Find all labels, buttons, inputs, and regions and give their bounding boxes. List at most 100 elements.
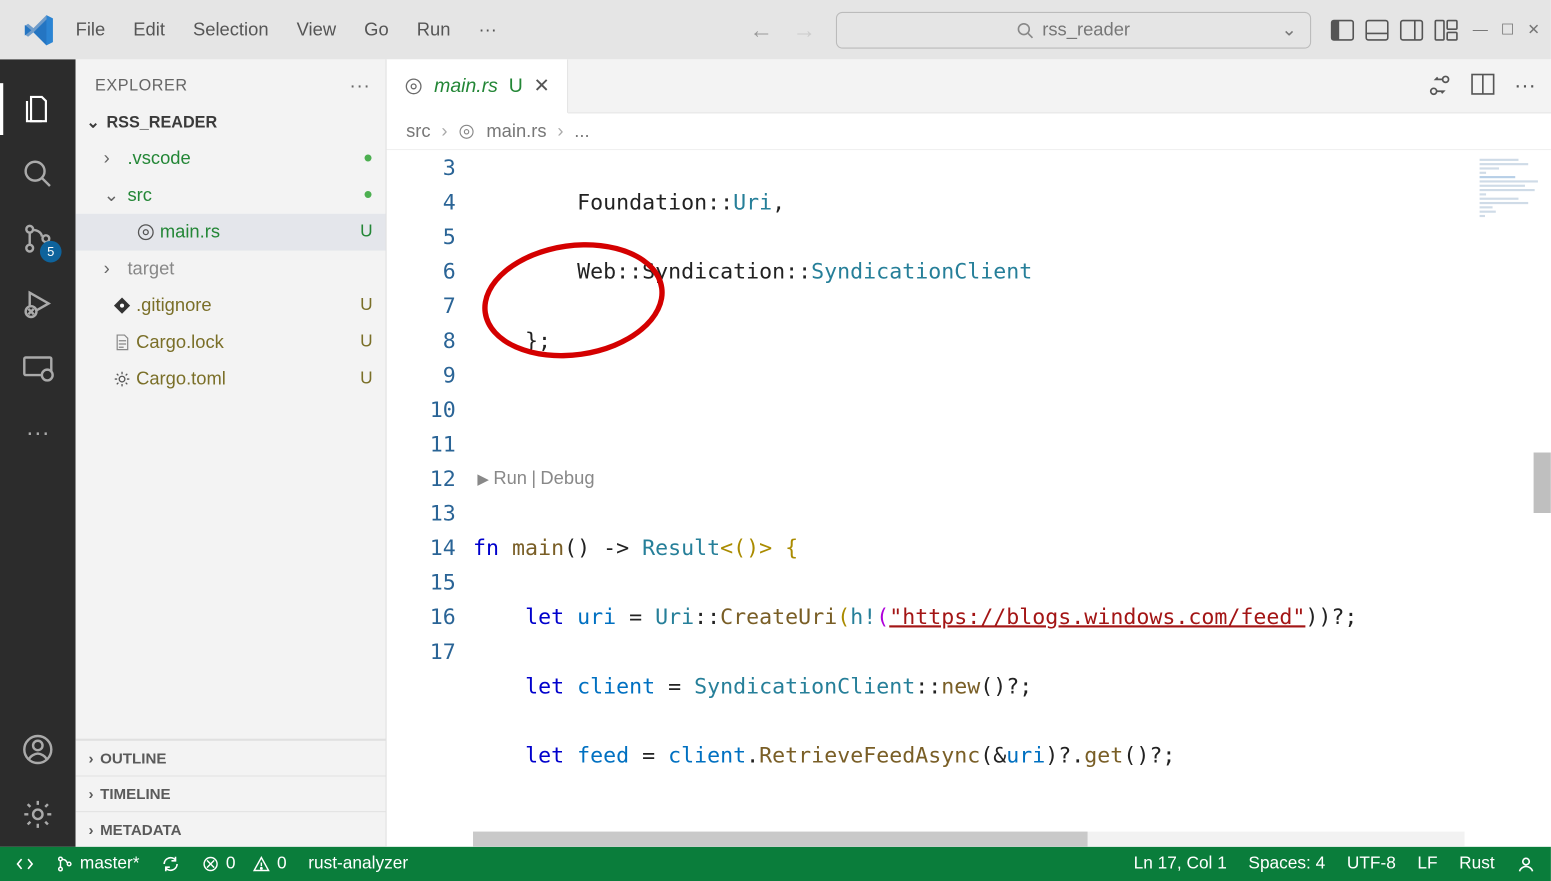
- breadcrumb-item[interactable]: src: [406, 120, 430, 142]
- minimap[interactable]: [1473, 150, 1551, 247]
- window-close-icon[interactable]: ✕: [1527, 21, 1540, 39]
- chevron-right-icon: ›: [557, 120, 563, 142]
- tree-file-cargo-toml[interactable]: Cargo.toml U: [76, 361, 386, 398]
- gitignore-file-icon: [108, 296, 136, 315]
- file-icon: [108, 333, 136, 352]
- status-bar: master* 0 0 rust-analyzer Ln 17, Col 1 S…: [0, 847, 1551, 881]
- tab-label: main.rs: [434, 75, 498, 98]
- status-encoding[interactable]: UTF-8: [1347, 854, 1396, 873]
- activity-debug-icon[interactable]: [16, 282, 59, 325]
- command-center-text: rss_reader: [1042, 19, 1130, 41]
- chevron-right-icon: ›: [89, 785, 94, 802]
- menu-selection[interactable]: Selection: [193, 19, 269, 41]
- line-gutter: 3 4 5 6 7 8 9 10 11 12 13 14 15 16 17: [387, 150, 473, 847]
- search-icon: [1016, 21, 1033, 38]
- git-status-badge: U: [360, 222, 372, 241]
- status-indentation[interactable]: Spaces: 4: [1248, 854, 1325, 873]
- status-eol[interactable]: LF: [1417, 854, 1437, 873]
- layout-panel-icon[interactable]: [1365, 19, 1389, 41]
- chevron-down-icon: ⌄: [104, 185, 128, 207]
- nav-forward-icon[interactable]: →: [792, 16, 816, 44]
- codelens-run[interactable]: Run: [493, 461, 527, 496]
- activity-settings-icon[interactable]: [16, 793, 59, 836]
- editor-group: main.rs U ✕ ··· src › main.rs › ... 3 4 …: [387, 59, 1551, 846]
- codelens-debug[interactable]: Debug: [540, 461, 594, 496]
- code-editor[interactable]: 3 4 5 6 7 8 9 10 11 12 13 14 15 16 17 Fo…: [387, 150, 1551, 847]
- activity-remote-icon[interactable]: [16, 347, 59, 390]
- scrollbar-thumb[interactable]: [473, 832, 1088, 847]
- activity-bar: 5 ···: [0, 59, 76, 846]
- activity-explorer-icon[interactable]: [16, 87, 59, 130]
- scm-badge: 5: [40, 241, 62, 263]
- tree-file-gitignore[interactable]: .gitignore U: [76, 287, 386, 324]
- tree-label: Cargo.lock: [136, 332, 224, 354]
- activity-search-icon[interactable]: [16, 152, 59, 195]
- activity-more-icon[interactable]: ···: [16, 411, 59, 454]
- tree-label: .vscode: [127, 148, 190, 170]
- section-timeline[interactable]: ›TIMELINE: [76, 775, 386, 811]
- layout-sidebar-left-icon[interactable]: [1330, 19, 1354, 41]
- rust-file-icon: [132, 222, 160, 241]
- status-problems[interactable]: 0 0: [202, 854, 287, 873]
- tree-folder-vscode[interactable]: › .vscode •: [76, 140, 386, 177]
- activity-source-control-icon[interactable]: 5: [16, 217, 59, 260]
- nav-back-icon[interactable]: ←: [749, 16, 773, 44]
- tree-label: src: [127, 185, 151, 207]
- tab-more-icon[interactable]: ···: [1514, 73, 1536, 98]
- breadcrumb-item[interactable]: ...: [574, 120, 589, 142]
- chevron-right-icon: ›: [104, 148, 128, 170]
- explorer-sidebar: EXPLORER ··· ⌄ RSS_READER › .vscode • ⌄ …: [76, 59, 387, 846]
- compare-changes-icon[interactable]: [1428, 73, 1452, 98]
- tree-folder-target[interactable]: › target: [76, 251, 386, 288]
- rust-file-icon: [458, 123, 475, 140]
- tab-main-rs[interactable]: main.rs U ✕: [387, 59, 569, 113]
- code-content[interactable]: Foundation::Uri, Web::Syndication::Syndi…: [473, 150, 1551, 847]
- status-branch[interactable]: master*: [56, 854, 139, 873]
- chevron-down-icon: ⌄: [1281, 19, 1296, 41]
- layout-customize-icon[interactable]: [1434, 19, 1458, 41]
- layout-sidebar-right-icon[interactable]: [1399, 19, 1423, 41]
- menu-run[interactable]: Run: [417, 19, 451, 41]
- status-language[interactable]: Rust: [1459, 854, 1495, 873]
- tab-close-icon[interactable]: ✕: [534, 75, 550, 98]
- tree-label: target: [127, 258, 174, 280]
- breadcrumb[interactable]: src › main.rs › ...: [387, 113, 1551, 150]
- command-center[interactable]: rss_reader ⌄: [836, 11, 1311, 48]
- vscode-logo-icon: [22, 12, 57, 47]
- remote-indicator[interactable]: [15, 854, 34, 873]
- menu-edit[interactable]: Edit: [133, 19, 165, 41]
- status-feedback-icon[interactable]: [1516, 854, 1535, 873]
- tree-label: .gitignore: [136, 295, 212, 317]
- tab-status: U: [509, 75, 523, 98]
- codelens-run-debug[interactable]: ▶Run|Debug: [473, 461, 1551, 496]
- explorer-more-icon[interactable]: ···: [349, 75, 370, 98]
- breadcrumb-item[interactable]: main.rs: [486, 120, 546, 142]
- split-editor-icon[interactable]: [1471, 73, 1495, 98]
- git-status-badge: U: [360, 333, 372, 352]
- play-icon: ▶: [477, 461, 489, 496]
- overview-ruler-mark: [1534, 453, 1551, 513]
- tree-folder-src[interactable]: ⌄ src •: [76, 177, 386, 214]
- menu-view[interactable]: View: [297, 19, 336, 41]
- menu-more-icon[interactable]: ···: [479, 19, 497, 41]
- window-maximize-icon[interactable]: ☐: [1501, 21, 1515, 39]
- status-cursor-position[interactable]: Ln 17, Col 1: [1134, 854, 1227, 873]
- menu-go[interactable]: Go: [364, 19, 389, 41]
- menu-file[interactable]: File: [76, 19, 106, 41]
- tree-file-main-rs[interactable]: main.rs U: [76, 214, 386, 251]
- section-label: METADATA: [100, 821, 181, 838]
- status-lsp[interactable]: rust-analyzer: [308, 854, 408, 873]
- horizontal-scrollbar[interactable]: [473, 832, 1464, 847]
- tree-file-cargo-lock[interactable]: Cargo.lock U: [76, 324, 386, 361]
- activity-accounts-icon[interactable]: [16, 728, 59, 771]
- section-outline[interactable]: ›OUTLINE: [76, 740, 386, 776]
- rust-file-icon: [404, 76, 423, 95]
- section-metadata[interactable]: ›METADATA: [76, 811, 386, 847]
- explorer-project-header[interactable]: ⌄ RSS_READER: [76, 106, 386, 138]
- window-minimize-icon[interactable]: —: [1473, 21, 1488, 39]
- status-sync-icon[interactable]: [161, 854, 180, 873]
- error-count: 0: [226, 854, 236, 873]
- chevron-right-icon: ›: [104, 258, 128, 280]
- branch-name: master*: [80, 854, 140, 873]
- chevron-down-icon: ⌄: [86, 112, 100, 131]
